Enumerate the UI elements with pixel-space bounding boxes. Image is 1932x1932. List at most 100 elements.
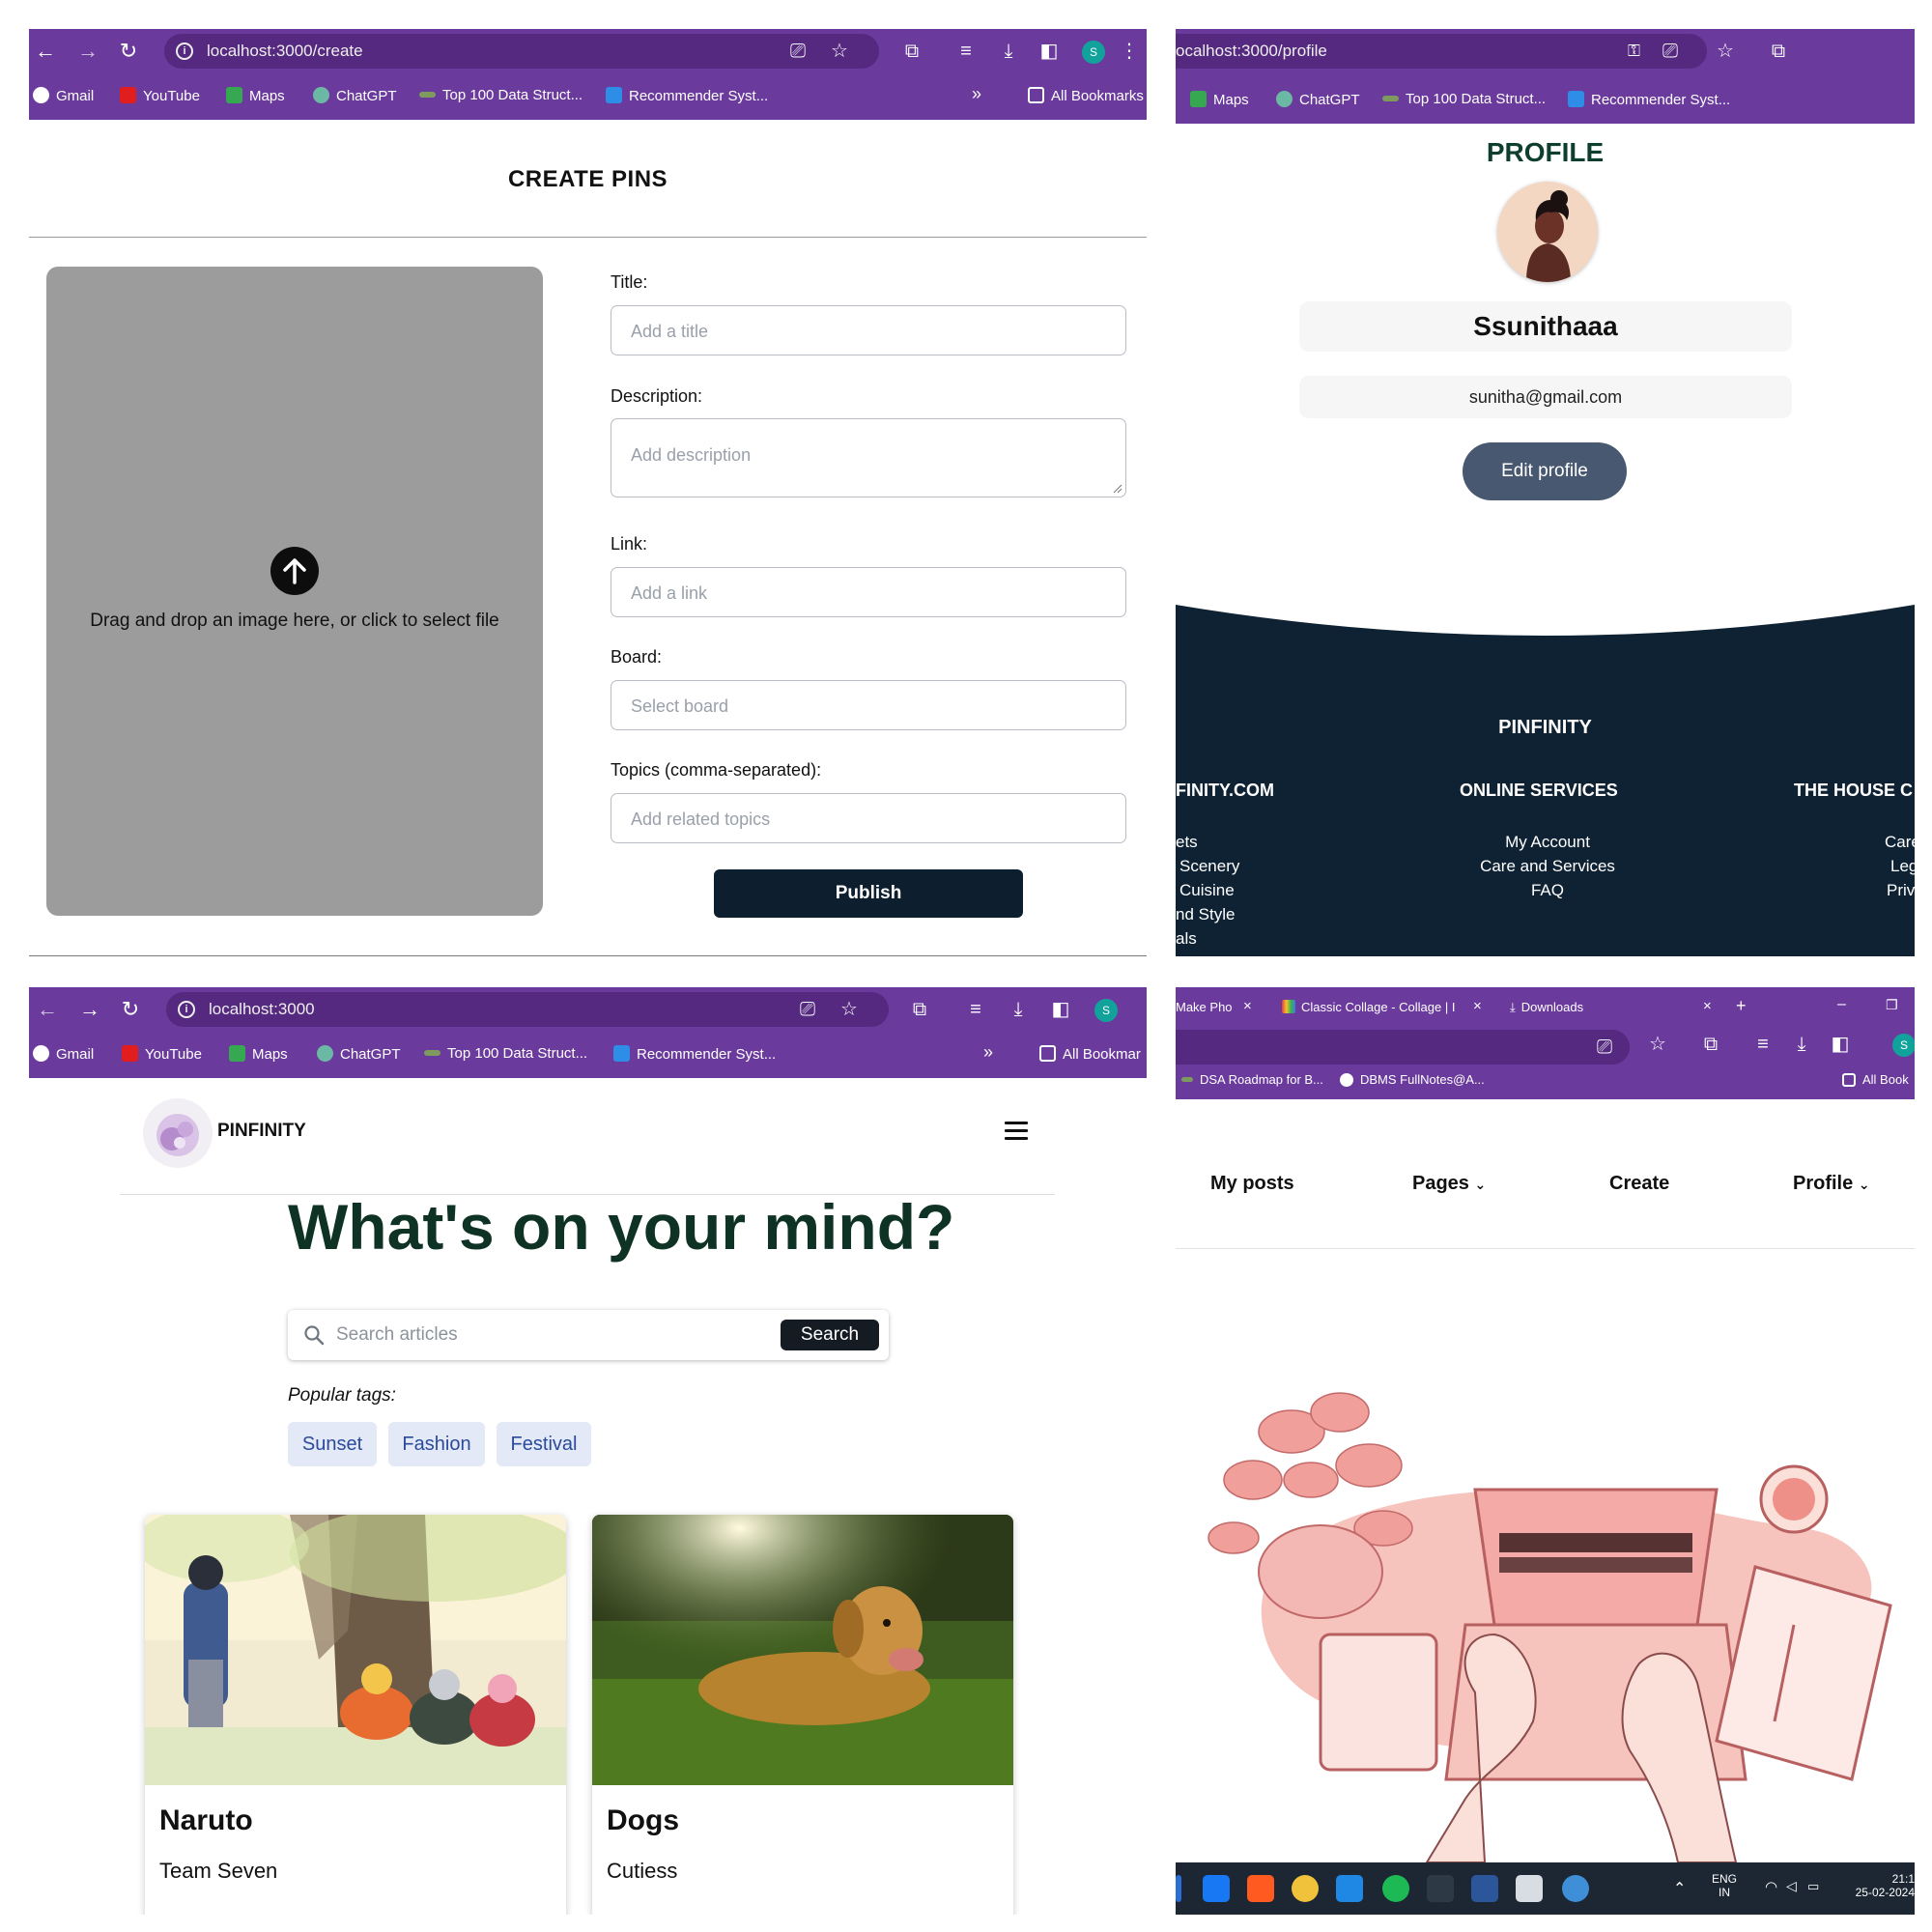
media-icon[interactable]: ≡ [952,37,980,66]
footer-link-faq[interactable]: FAQ [1388,881,1707,900]
docker-icon[interactable] [1562,1875,1589,1902]
bookmark-recommender[interactable]: Recommender Syst... [613,1045,776,1063]
cast-icon[interactable]: ⎚ [800,992,815,1027]
search-bar[interactable]: Search articles Search [288,1310,889,1360]
nav-create[interactable]: Create [1609,1173,1669,1195]
close-icon[interactable]: × [1243,998,1252,1014]
bookmark-chatgpt[interactable]: ChatGPT [1276,91,1360,108]
chevron-up-icon[interactable]: ⌃ [1673,1879,1686,1898]
vscode-icon[interactable] [1336,1875,1363,1902]
search-button[interactable]: Search [781,1320,879,1350]
volume-icon[interactable]: ◁ [1786,1878,1797,1894]
bookmark-maps[interactable]: Maps [229,1045,288,1063]
site-logo[interactable] [143,1098,213,1168]
star-icon[interactable]: ☆ [831,34,848,69]
bookmark-youtube[interactable]: YouTube [122,1045,202,1063]
media-icon[interactable]: ≡ [1749,1030,1776,1059]
key-icon[interactable]: ⚿ [1628,34,1640,69]
language-indicator[interactable]: ENG IN [1712,1872,1737,1899]
bookmark-dsa-roadmap[interactable]: DSA Roadmap for B... [1181,1072,1323,1087]
bookmark-chatgpt[interactable]: ChatGPT [317,1045,401,1063]
all-bookmarks[interactable]: All Bookmarks [1028,87,1144,104]
footer-link[interactable]: Care [1885,833,1915,852]
tab-downloads[interactable]: ⤓ Downloads [1510,1000,1583,1015]
site-info-icon[interactable]: i [178,1001,195,1018]
bookmark-data-structures[interactable]: Top 100 Data Struct... [1382,91,1546,107]
footer-link[interactable]: als [1176,929,1197,949]
extensions-icon[interactable]: ⧉ [1765,37,1792,66]
forward-icon[interactable]: → [75,995,104,1024]
media-icon[interactable]: ≡ [962,995,989,1024]
bookmark-maps[interactable]: Maps [1190,91,1249,108]
download-icon[interactable]: ⤓ [995,37,1022,66]
more-bookmarks-icon[interactable]: » [983,1042,993,1063]
bookmark-data-structures[interactable]: Top 100 Data Struct... [419,87,582,103]
address-bar[interactable]: i localhost:3000 ⎚ ☆ [166,992,889,1027]
all-bookmarks[interactable]: All Bookmar [1039,1045,1141,1063]
more-bookmarks-icon[interactable]: » [972,84,981,104]
address-bar[interactable]: ocalhost:3000/profile ⚿ ⎚ [1176,34,1707,69]
bookmark-maps[interactable]: Maps [226,87,285,104]
nav-profile[interactable]: Profile ⌄ [1793,1173,1870,1195]
bookmark-data-structures[interactable]: Top 100 Data Struct... [424,1045,587,1062]
address-bar[interactable]: i localhost:3000/create ⎚ ☆ [164,34,879,69]
download-icon[interactable]: ⤓ [1005,995,1032,1024]
brave-icon[interactable] [1247,1875,1274,1902]
extensions-icon[interactable]: ⧉ [1697,1030,1724,1059]
battery-icon[interactable]: ▭ [1807,1879,1819,1894]
bookmark-chatgpt[interactable]: ChatGPT [313,87,397,104]
all-bookmarks[interactable]: All Book [1842,1072,1909,1087]
bookmark-youtube[interactable]: YouTube [120,87,200,104]
clock[interactable]: 21:1 25-02-2024 [1842,1872,1915,1899]
sidepanel-icon[interactable]: ◧ [1827,1030,1854,1059]
image-dropzone[interactable]: Drag and drop an image here, or click to… [46,267,543,916]
start-icon[interactable] [1176,1875,1181,1902]
footer-link[interactable]: nd Style [1176,905,1235,924]
close-icon[interactable]: × [1703,998,1712,1014]
minimize-icon[interactable]: – [1837,996,1846,1013]
nav-my-posts[interactable]: My posts [1210,1173,1294,1195]
extensions-icon[interactable]: ⧉ [906,995,933,1024]
star-icon[interactable]: ☆ [1644,1030,1671,1059]
back-icon[interactable]: ← [31,37,60,66]
bookmark-gmail[interactable]: Gmail [33,87,94,104]
notepad-icon[interactable] [1516,1875,1543,1902]
footer-link[interactable]: Cuisine [1179,881,1235,900]
footer-link[interactable]: Priv [1887,881,1915,900]
sidepanel-icon[interactable]: ◧ [1047,995,1074,1024]
link-input[interactable]: Add a link [611,567,1126,617]
description-textarea[interactable]: Add description [611,418,1126,497]
tag-festival[interactable]: Festival [497,1422,591,1466]
cast-icon[interactable]: ⎚ [1662,34,1678,69]
word-icon[interactable] [1471,1875,1498,1902]
tab-classic-collage[interactable]: Classic Collage - Collage | I [1282,1000,1455,1014]
hamburger-menu-icon[interactable] [1005,1122,1028,1141]
search-input[interactable]: Search articles [336,1324,458,1346]
wifi-icon[interactable]: ◠ [1765,1878,1777,1895]
menu-dots-icon[interactable]: ⋮ [1116,37,1143,66]
cast-icon[interactable]: ⎚ [790,34,806,69]
footer-link[interactable]: Scenery [1179,857,1239,876]
footer-link[interactable]: Leg [1890,857,1915,876]
tag-fashion[interactable]: Fashion [388,1422,485,1466]
edit-profile-button[interactable]: Edit profile [1463,442,1627,500]
address-bar[interactable]: ⎚ [1176,1030,1630,1065]
reload-icon[interactable]: ↻ [114,37,143,66]
title-input[interactable]: Add a title [611,305,1126,355]
profile-avatar-icon[interactable]: S [1082,41,1105,64]
spotify-icon[interactable] [1382,1875,1409,1902]
board-select[interactable]: Select board [611,680,1126,730]
close-icon[interactable]: × [1473,998,1482,1014]
new-tab-button[interactable]: + [1736,996,1747,1016]
resize-handle-icon[interactable] [1113,484,1122,494]
chrome-icon[interactable] [1292,1875,1319,1902]
terminal-icon[interactable] [1427,1875,1454,1902]
tag-sunset[interactable]: Sunset [288,1422,377,1466]
bookmark-recommender[interactable]: Recommender Syst... [606,87,768,104]
cast-icon[interactable]: ⎚ [1597,1030,1612,1065]
bookmark-gmail[interactable]: Gmail [33,1045,94,1063]
extensions-icon[interactable]: ⧉ [898,37,925,66]
tab-make-photo[interactable]: Make Pho [1176,1000,1233,1014]
bookmark-dbms-notes[interactable]: DBMS FullNotes@A... [1340,1072,1485,1087]
star-icon[interactable]: ☆ [840,992,858,1027]
